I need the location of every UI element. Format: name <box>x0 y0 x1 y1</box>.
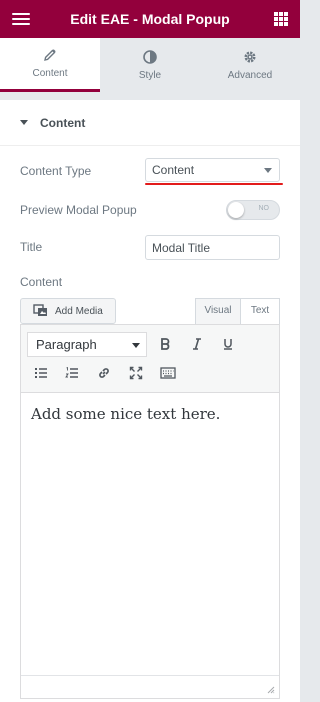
add-media-button[interactable]: Add Media <box>20 298 116 324</box>
pencil-icon <box>44 49 56 61</box>
bold-icon <box>161 338 170 350</box>
title-input[interactable] <box>145 235 280 260</box>
editor-content[interactable]: Add some nice text here. <box>31 405 220 423</box>
format-select[interactable]: Paragraph <box>27 332 147 357</box>
fullscreen-button[interactable] <box>123 361 149 385</box>
underline-button[interactable] <box>215 332 241 356</box>
gear-icon <box>244 51 256 62</box>
content-type-label: Content Type <box>20 164 92 178</box>
toggle-knob <box>228 202 244 218</box>
link-icon <box>99 368 109 378</box>
chevron-down-icon <box>132 343 140 348</box>
preview-toggle[interactable]: NO <box>226 200 280 220</box>
panel-tabs: Content Style Advanced <box>0 38 300 92</box>
link-button[interactable] <box>91 361 117 385</box>
toggle-text: NO <box>258 205 270 212</box>
format-value: Paragraph <box>36 337 97 352</box>
tab-advanced[interactable]: Advanced <box>200 38 300 92</box>
editor-statusbar-divider <box>21 675 279 676</box>
italic-icon <box>193 338 201 350</box>
resize-handle-icon[interactable] <box>267 686 275 694</box>
tab-content[interactable]: Content <box>0 38 100 92</box>
content-type-select[interactable]: Content <box>145 158 280 182</box>
controls-panel: Content Content Type Content Preview Mod… <box>0 100 300 702</box>
bulleted-list-button[interactable] <box>28 361 54 385</box>
preview-label: Preview Modal Popup <box>20 203 137 217</box>
keyboard-icon <box>160 367 176 379</box>
numbered-list-icon <box>65 367 78 378</box>
fullscreen-icon <box>129 366 143 380</box>
wysiwyg-editor: Paragraph Add some nice text here. <box>20 324 280 699</box>
half-circle-icon <box>143 49 157 64</box>
editor-toolbar: Paragraph <box>21 325 279 393</box>
section-title: Content <box>40 115 86 130</box>
title-label: Title <box>20 240 43 254</box>
caret-down-icon <box>20 120 28 125</box>
panel-title: Edit EAE - Modal Popup <box>70 11 230 27</box>
toolbar-toggle-button[interactable] <box>155 361 181 385</box>
media-icon <box>33 304 47 316</box>
tab-visual[interactable]: Visual <box>195 298 241 324</box>
highlight-underline <box>145 183 283 185</box>
tab-style[interactable]: Style <box>100 38 200 92</box>
bulleted-list-icon <box>35 368 47 378</box>
chevron-down-icon <box>264 168 272 173</box>
italic-button[interactable] <box>184 332 210 356</box>
widgets-grid-icon[interactable] <box>274 12 288 26</box>
add-media-label: Add Media <box>55 305 103 317</box>
panel-header: Edit EAE - Modal Popup <box>0 0 300 38</box>
section-toggle-content[interactable]: Content <box>0 100 300 146</box>
numbered-list-button[interactable] <box>59 361 85 385</box>
bold-button[interactable] <box>152 332 178 356</box>
tab-text[interactable]: Text <box>241 298 280 324</box>
tab-advanced-label: Advanced <box>227 69 273 81</box>
tab-style-label: Style <box>138 69 162 81</box>
underline-icon <box>224 339 232 350</box>
tab-content-label: Content <box>32 68 68 79</box>
content-type-value: Content <box>152 163 195 177</box>
content-label: Content <box>20 275 63 289</box>
